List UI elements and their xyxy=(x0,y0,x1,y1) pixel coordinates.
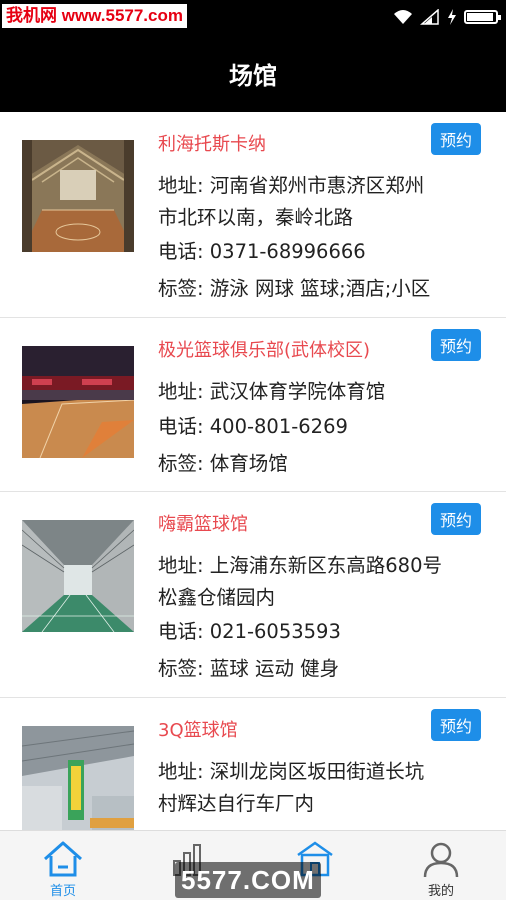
venue-card[interactable]: 嗨霸篮球馆 预约 地址: 上海浦东新区东高路680号 松鑫仓储园内 电话: 02… xyxy=(0,492,506,698)
venue-address: 地址: 深圳龙岗区坂田街道长坑 村辉达自行车厂内 xyxy=(158,756,478,820)
nav-mine-label: 我的 xyxy=(427,884,454,899)
status-bar: 我机网 www.5577.com xyxy=(0,0,506,34)
watermark-logo-bottom: 5577.COM xyxy=(175,862,321,898)
venue-thumbnail xyxy=(22,140,134,252)
book-button[interactable]: 预约 xyxy=(431,503,481,535)
nav-mine[interactable]: 我的 xyxy=(378,831,504,901)
book-button[interactable]: 预约 xyxy=(431,709,481,741)
address-line: 松鑫仓储园内 xyxy=(158,586,276,609)
status-icons xyxy=(393,6,501,28)
address-line: 地址: 河南省郑州市惠济区郑州 xyxy=(158,174,425,197)
header: 场馆 xyxy=(0,34,506,112)
home-icon xyxy=(44,841,82,877)
battery-icon xyxy=(464,10,501,24)
venue-card[interactable]: 3Q篮球馆 预约 地址: 深圳龙岗区坂田街道长坑 村辉达自行车厂内 xyxy=(0,698,506,830)
watermark-logo: 我机网 www.5577.com xyxy=(2,4,187,28)
venue-address: 地址: 河南省郑州市惠济区郑州 市北环以南，秦岭北路 xyxy=(158,170,478,234)
signal-icon xyxy=(420,9,439,25)
venue-tags: 标签: 游泳 网球 篮球;酒店;小区 xyxy=(158,277,431,300)
venue-phone[interactable]: 电话: 021-6053593 xyxy=(158,616,478,648)
wifi-icon xyxy=(394,10,412,24)
user-icon xyxy=(423,842,459,878)
venue-tags: 标签: 体育场馆 xyxy=(158,452,288,475)
address-line: 地址: 深圳龙岗区坂田街道长坑 xyxy=(158,760,425,783)
venue-name[interactable]: 利海托斯卡纳 xyxy=(158,130,266,156)
nav-home-label: 首页 xyxy=(49,884,76,899)
venue-tags: 标签: 蓝球 运动 健身 xyxy=(158,657,340,680)
venue-thumbnail xyxy=(22,346,134,458)
venue-phone[interactable]: 电话: 0371-68996666 xyxy=(158,236,478,268)
address-line: 地址: 上海浦东新区东高路680号 xyxy=(158,554,442,577)
book-button[interactable]: 预约 xyxy=(431,123,481,155)
address-line: 市北环以南，秦岭北路 xyxy=(158,206,354,229)
charging-icon xyxy=(448,9,456,25)
venue-address: 地址: 上海浦东新区东高路680号 松鑫仓储园内 xyxy=(158,550,478,614)
venue-thumbnail xyxy=(22,726,134,830)
venue-phone[interactable]: 电话: 400-801-6269 xyxy=(158,411,478,443)
venue-card[interactable]: 利海托斯卡纳 预约 地址: 河南省郑州市惠济区郑州 市北环以南，秦岭北路 电话:… xyxy=(0,112,506,318)
venue-address: 地址: 武汉体育学院体育馆 xyxy=(158,376,478,408)
page-title: 场馆 xyxy=(229,61,277,90)
address-line: 地址: 武汉体育学院体育馆 xyxy=(158,380,386,403)
venue-card[interactable]: 极光篮球俱乐部(武体校区) 预约 地址: 武汉体育学院体育馆 电话: 400-8… xyxy=(0,318,506,492)
book-button[interactable]: 预约 xyxy=(431,329,481,361)
venue-name[interactable]: 嗨霸篮球馆 xyxy=(158,510,248,536)
nav-home[interactable]: 首页 xyxy=(0,831,126,901)
venue-list[interactable]: 利海托斯卡纳 预约 地址: 河南省郑州市惠济区郑州 市北环以南，秦岭北路 电话:… xyxy=(0,112,506,830)
address-line: 村辉达自行车厂内 xyxy=(158,792,315,815)
venue-name[interactable]: 3Q篮球馆 xyxy=(158,716,238,742)
venue-thumbnail xyxy=(22,520,134,632)
venue-name[interactable]: 极光篮球俱乐部(武体校区) xyxy=(158,336,370,362)
